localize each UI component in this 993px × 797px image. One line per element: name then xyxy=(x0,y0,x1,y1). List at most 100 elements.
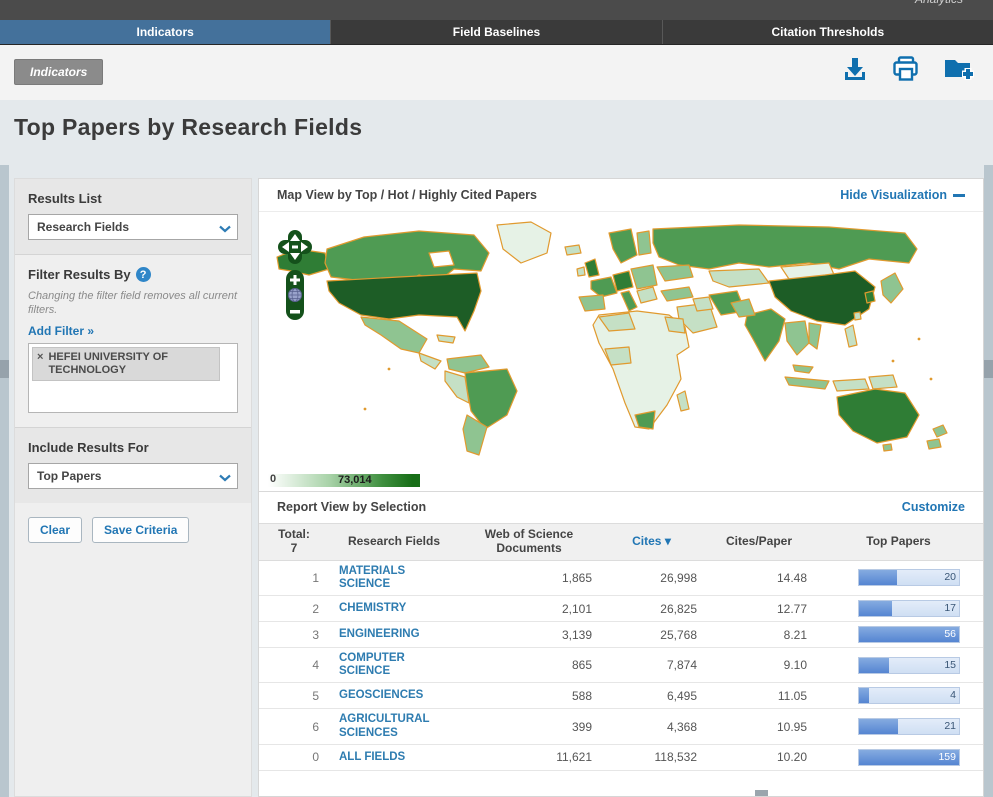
col-research-fields: Research Fields xyxy=(329,524,459,561)
legend-max-label: 73,014 xyxy=(338,474,372,486)
research-field-link[interactable]: GEOSCIENCES xyxy=(339,689,451,702)
top-papers-bar: 56 xyxy=(858,626,960,643)
research-field-link[interactable]: MATERIALS SCIENCE xyxy=(339,565,451,591)
map-section-header: Map View by Top / Hot / Highly Cited Pap… xyxy=(259,179,983,212)
left-splitter-handle[interactable] xyxy=(0,360,9,378)
sidebar-buttons: Clear Save Criteria xyxy=(15,503,251,557)
row-cites-per-paper: 10.95 xyxy=(704,709,814,744)
toolbar: Indicators xyxy=(0,45,993,100)
toolbar-icons xyxy=(842,55,975,82)
top-papers-value: 4 xyxy=(950,688,956,703)
active-filters-box: × HEFEI UNIVERSITY OF TECHNOLOGY xyxy=(28,343,238,413)
top-papers-bar: 15 xyxy=(858,657,960,674)
table-row: 1 MATERIALS SCIENCE 1,865 26,998 14.48 2… xyxy=(259,560,983,595)
top-papers-bar: 21 xyxy=(858,718,960,735)
tab-indicators[interactable]: Indicators xyxy=(0,20,330,44)
map-pan-control[interactable] xyxy=(277,229,313,265)
research-field-link[interactable]: COMPUTER SCIENCE xyxy=(339,652,451,678)
page-title: Top Papers by Research Fields xyxy=(14,114,362,141)
row-rank: 0 xyxy=(259,744,329,770)
top-papers-value: 21 xyxy=(944,719,956,734)
map-controls xyxy=(277,229,313,321)
research-field-link[interactable]: ENGINEERING xyxy=(339,628,451,641)
col-cites-sort[interactable]: Cites ▾ xyxy=(599,524,704,561)
report-table-body: 1 MATERIALS SCIENCE 1,865 26,998 14.48 2… xyxy=(259,560,983,770)
top-papers-bar-fill xyxy=(859,658,889,673)
filter-results-label: Filter Results By xyxy=(28,267,131,282)
row-cites-per-paper: 14.48 xyxy=(704,560,814,595)
col-total: Total: 7 xyxy=(259,524,329,561)
include-results-select[interactable]: Top Papers xyxy=(28,463,238,489)
clear-button[interactable]: Clear xyxy=(28,517,82,543)
table-row: 3 ENGINEERING 3,139 25,768 8.21 56 xyxy=(259,622,983,648)
row-cites: 7,874 xyxy=(599,648,704,683)
row-cites-per-paper: 9.10 xyxy=(704,648,814,683)
sort-down-icon: ▾ xyxy=(665,534,671,548)
results-list-section: Results List Research Fields xyxy=(15,179,251,254)
top-papers-bar-fill xyxy=(859,719,898,734)
map-legend: 0 73,014 xyxy=(268,474,420,487)
print-icon[interactable] xyxy=(892,55,919,82)
top-papers-bar-fill xyxy=(859,570,897,585)
row-cites-per-paper: 8.21 xyxy=(704,622,814,648)
row-cites: 26,998 xyxy=(599,560,704,595)
chevron-down-icon xyxy=(219,471,231,485)
row-documents: 588 xyxy=(459,683,599,709)
row-documents: 1,865 xyxy=(459,560,599,595)
row-documents: 399 xyxy=(459,709,599,744)
filter-chip[interactable]: × HEFEI UNIVERSITY OF TECHNOLOGY xyxy=(32,347,220,381)
row-rank: 4 xyxy=(259,648,329,683)
row-rank: 1 xyxy=(259,560,329,595)
results-list-label: Results List xyxy=(28,191,238,206)
remove-filter-icon[interactable]: × xyxy=(37,351,43,364)
research-field-link[interactable]: AGRICULTURAL SCIENCES xyxy=(339,713,451,739)
map-zoom-control[interactable] xyxy=(285,269,313,321)
row-rank: 2 xyxy=(259,596,329,622)
top-papers-value: 20 xyxy=(944,570,956,585)
results-list-select[interactable]: Research Fields xyxy=(28,214,238,240)
save-criteria-button[interactable]: Save Criteria xyxy=(92,517,189,543)
table-row: 5 GEOSCIENCES 588 6,495 11.05 4 xyxy=(259,683,983,709)
row-rank: 3 xyxy=(259,622,329,648)
row-cites: 118,532 xyxy=(599,744,704,770)
main-panel: Map View by Top / Hot / Highly Cited Pap… xyxy=(258,178,984,797)
research-field-link[interactable]: ALL FIELDS xyxy=(339,751,451,764)
help-icon[interactable]: ? xyxy=(136,267,151,282)
download-icon[interactable] xyxy=(842,56,868,82)
row-documents: 865 xyxy=(459,648,599,683)
tab-field-baselines[interactable]: Field Baselines xyxy=(330,20,661,44)
row-cites: 25,768 xyxy=(599,622,704,648)
report-table: Total: 7 Research Fields Web of Science … xyxy=(259,523,983,771)
top-papers-value: 56 xyxy=(944,627,956,642)
table-row: 6 AGRICULTURAL SCIENCES 399 4,368 10.95 … xyxy=(259,709,983,744)
row-cites-per-paper: 10.20 xyxy=(704,744,814,770)
filters-sidebar: Results List Research Fields Filter Resu… xyxy=(14,178,252,797)
research-field-link[interactable]: CHEMISTRY xyxy=(339,602,451,615)
include-results-section: Include Results For Top Papers xyxy=(15,427,251,503)
right-scrollbar-handle[interactable] xyxy=(984,360,993,378)
customize-link[interactable]: Customize xyxy=(902,500,965,514)
add-filter-link[interactable]: Add Filter » xyxy=(28,324,94,338)
folder-add-icon[interactable] xyxy=(943,56,975,82)
left-splitter-track[interactable] xyxy=(0,165,9,797)
row-cites: 4,368 xyxy=(599,709,704,744)
col-cites-per-paper: Cites/Paper xyxy=(704,524,814,561)
map-title: Map View by Top / Hot / Highly Cited Pap… xyxy=(277,188,537,202)
top-papers-bar: 159 xyxy=(858,749,960,766)
table-row: 4 COMPUTER SCIENCE 865 7,874 9.10 15 xyxy=(259,648,983,683)
results-list-value: Research Fields xyxy=(37,220,129,234)
hide-visualization-link[interactable]: Hide Visualization xyxy=(840,188,965,202)
row-cites-per-paper: 11.05 xyxy=(704,683,814,709)
row-documents: 2,101 xyxy=(459,596,599,622)
breadcrumb-indicators-button[interactable]: Indicators xyxy=(14,59,103,85)
minus-icon xyxy=(953,194,965,197)
row-documents: 11,621 xyxy=(459,744,599,770)
right-scrollbar-track[interactable] xyxy=(984,165,993,797)
horizontal-scroll-thumb[interactable] xyxy=(755,790,768,796)
row-rank: 5 xyxy=(259,683,329,709)
app-window: Analytics Indicators Field Baselines Cit… xyxy=(0,0,993,797)
tab-citation-thresholds[interactable]: Citation Thresholds xyxy=(662,20,993,44)
top-papers-value: 159 xyxy=(938,750,956,765)
row-cites: 26,825 xyxy=(599,596,704,622)
world-map[interactable] xyxy=(269,219,975,459)
